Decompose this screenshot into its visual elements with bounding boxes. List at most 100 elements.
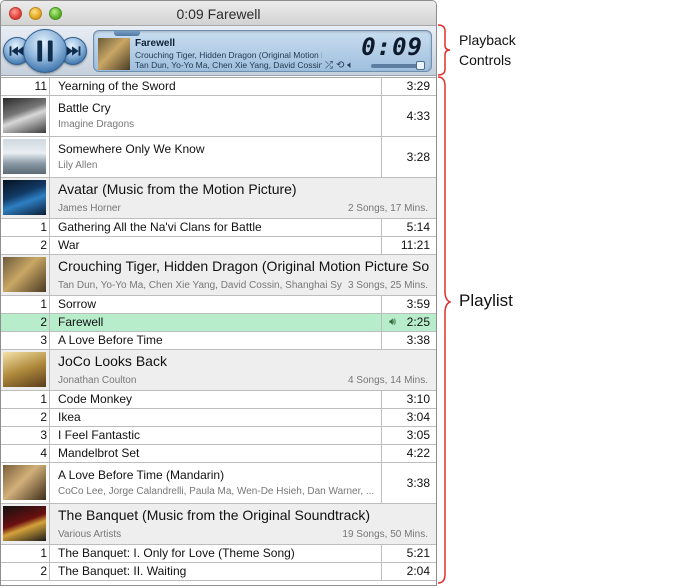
- track-number: 1: [1, 296, 50, 313]
- track-duration: 5:14: [381, 219, 436, 236]
- battle-cry-art: [3, 98, 46, 133]
- track-number: 1: [1, 391, 50, 408]
- shuffle-icon[interactable]: ⤮: [325, 60, 333, 71]
- album-header-row[interactable]: The Banquet (Music from the Original Sou…: [1, 504, 436, 545]
- track-duration: 3:04: [381, 409, 436, 426]
- play-pause-button[interactable]: [23, 29, 67, 73]
- track-row[interactable]: 3 I Feel Fantastic 3:05: [1, 427, 436, 445]
- avatar-art: [3, 180, 46, 215]
- track-number: 3: [1, 427, 50, 444]
- album-header-row[interactable]: JoCo Looks Back Jonathan Coulton 4 Songs, …: [1, 350, 436, 391]
- playback-controls-label: Playback Controls: [459, 30, 516, 70]
- figure: 0:09 Farewell Farewell Crouching Tiger, …: [0, 0, 700, 588]
- volume-icon: 🔈︎: [347, 60, 354, 71]
- album-art: [1, 504, 50, 544]
- track-number: 1: [1, 545, 50, 562]
- track-duration: 3:38: [381, 463, 436, 503]
- track-row[interactable]: 2 The Banquet: II. Waiting 2:04: [1, 563, 436, 581]
- track-duration: 5:21: [381, 545, 436, 562]
- track-artist: Imagine Dragons: [58, 119, 135, 130]
- elapsed-time: 0:09: [361, 33, 423, 61]
- window-title: 0:09 Farewell: [176, 6, 261, 22]
- track-duration: 3:28: [381, 137, 436, 177]
- crouching-tiger-art: [3, 257, 46, 292]
- track-title: Battle Cry: [58, 101, 111, 115]
- track-title: A Love Before Time (Mandarin): [58, 468, 225, 482]
- track-title: Code Monkey: [58, 392, 133, 406]
- lily-allen-art: [3, 139, 46, 174]
- track-row[interactable]: 1 Gathering All the Na'vi Clans for Battl…: [1, 219, 436, 237]
- track-row[interactable]: 2 War 11:21: [1, 237, 436, 255]
- track-duration: 2:04: [381, 563, 436, 580]
- playback-mode-icons: ⤮ ⟲ 🔈︎: [325, 60, 356, 71]
- album-art: [1, 178, 50, 218]
- track-duration: 11:21: [381, 237, 436, 254]
- track-row[interactable]: 2 Ikea 3:04: [1, 409, 436, 427]
- track-title: A Love Before Time: [58, 333, 163, 347]
- repeat-icon[interactable]: ⟲: [336, 60, 344, 71]
- album-art: [1, 350, 50, 390]
- album-art: [1, 137, 50, 177]
- playback-label-line1: Playback: [459, 32, 516, 48]
- track-title: Mandelbrot Set: [58, 446, 140, 460]
- playlist-label: Playlist: [459, 291, 513, 310]
- album-summary: 4 Songs, 14 Mins.: [347, 375, 428, 386]
- track-title: Ikea: [58, 410, 81, 424]
- track-row[interactable]: 4 Mandelbrot Set 4:22: [1, 445, 436, 463]
- album-header-row[interactable]: Crouching Tiger, Hidden Dragon (Original…: [1, 255, 436, 296]
- track-row[interactable]: A Love Before Time (Mandarin) CoCo Lee, J…: [1, 463, 436, 504]
- album-art: [1, 96, 50, 136]
- album-header-row[interactable]: Avatar (Music from the Motion Picture) Ja…: [1, 178, 436, 219]
- track-duration: 3:38: [381, 332, 436, 349]
- track-number: 2: [1, 237, 50, 254]
- track-duration: 3:29: [381, 78, 436, 95]
- now-playing-display: Farewell Crouching Tiger, Hidden Dragon …: [93, 30, 432, 72]
- album-title: Avatar (Music from the Motion Picture): [58, 181, 297, 197]
- track-title: Farewell: [58, 315, 104, 329]
- track-number: 2: [1, 409, 50, 426]
- track-title: I Feel Fantastic: [58, 428, 141, 442]
- track-row[interactable]: 11 Yearning of the Sword 3:29: [1, 78, 436, 96]
- playlist-brace: [437, 76, 451, 584]
- album-artist: James Horner: [58, 203, 121, 214]
- track-number: 1: [1, 219, 50, 236]
- track-row[interactable]: Somewhere Only We Know Lily Allen 3:28: [1, 137, 436, 178]
- track-number: 4: [1, 445, 50, 462]
- track-title: Yearning of the Sword: [58, 79, 176, 93]
- volume-slider-knob[interactable]: [416, 61, 425, 70]
- album-artist: Jonathan Coulton: [58, 375, 137, 386]
- track-row[interactable]: 2 Farewell 🔊︎ 2:25: [1, 314, 436, 332]
- album-title: Crouching Tiger, Hidden Dragon (Original…: [58, 258, 430, 274]
- now-playing-album: Crouching Tiger, Hidden Dragon (Original…: [135, 50, 322, 60]
- title-bar[interactable]: 0:09 Farewell: [1, 1, 436, 26]
- track-row[interactable]: 1 Code Monkey 3:10: [1, 391, 436, 409]
- now-playing-album-art: [98, 38, 130, 70]
- track-title: The Banquet: II. Waiting: [58, 564, 187, 578]
- track-row[interactable]: 3 A Love Before Time 3:38: [1, 332, 436, 350]
- track-title: The Banquet: I. Only for Love (Theme Son…: [58, 546, 295, 560]
- playback-controls: Farewell Crouching Tiger, Hidden Dragon …: [1, 26, 436, 76]
- track-row[interactable]: 1 Sorrow 3:59: [1, 296, 436, 314]
- album-summary: 3 Songs, 25 Mins.: [347, 280, 428, 291]
- track-title: Somewhere Only We Know: [58, 142, 205, 156]
- track-number: 2: [1, 314, 50, 331]
- album-art: [1, 463, 50, 503]
- now-playing-artists: Tan Dun, Yo-Yo Ma, Chen Xie Yang, David …: [135, 60, 322, 70]
- playback-label-line2: Controls: [459, 52, 512, 68]
- album-title: The Banquet (Music from the Original Sou…: [58, 507, 371, 523]
- track-number: 11: [1, 78, 50, 95]
- playback-brace: [437, 24, 451, 76]
- track-duration: 4:33: [381, 96, 436, 136]
- display-toggle-tab[interactable]: [114, 31, 140, 36]
- track-duration: 3:59: [381, 296, 436, 313]
- track-duration: 4:22: [381, 445, 436, 462]
- joco-art: [3, 352, 46, 387]
- player-window: 0:09 Farewell Farewell Crouching Tiger, …: [0, 0, 437, 586]
- track-number: 2: [1, 563, 50, 580]
- album-title: JoCo Looks Back: [58, 353, 167, 369]
- track-row[interactable]: Battle Cry Imagine Dragons 4:33: [1, 96, 436, 137]
- track-duration: 3:10: [381, 391, 436, 408]
- track-artist: CoCo Lee, Jorge Calandrelli, Paula Ma, W…: [58, 486, 375, 497]
- track-artist: Lily Allen: [58, 160, 98, 171]
- track-row[interactable]: 1 The Banquet: I. Only for Love (Theme So…: [1, 545, 436, 563]
